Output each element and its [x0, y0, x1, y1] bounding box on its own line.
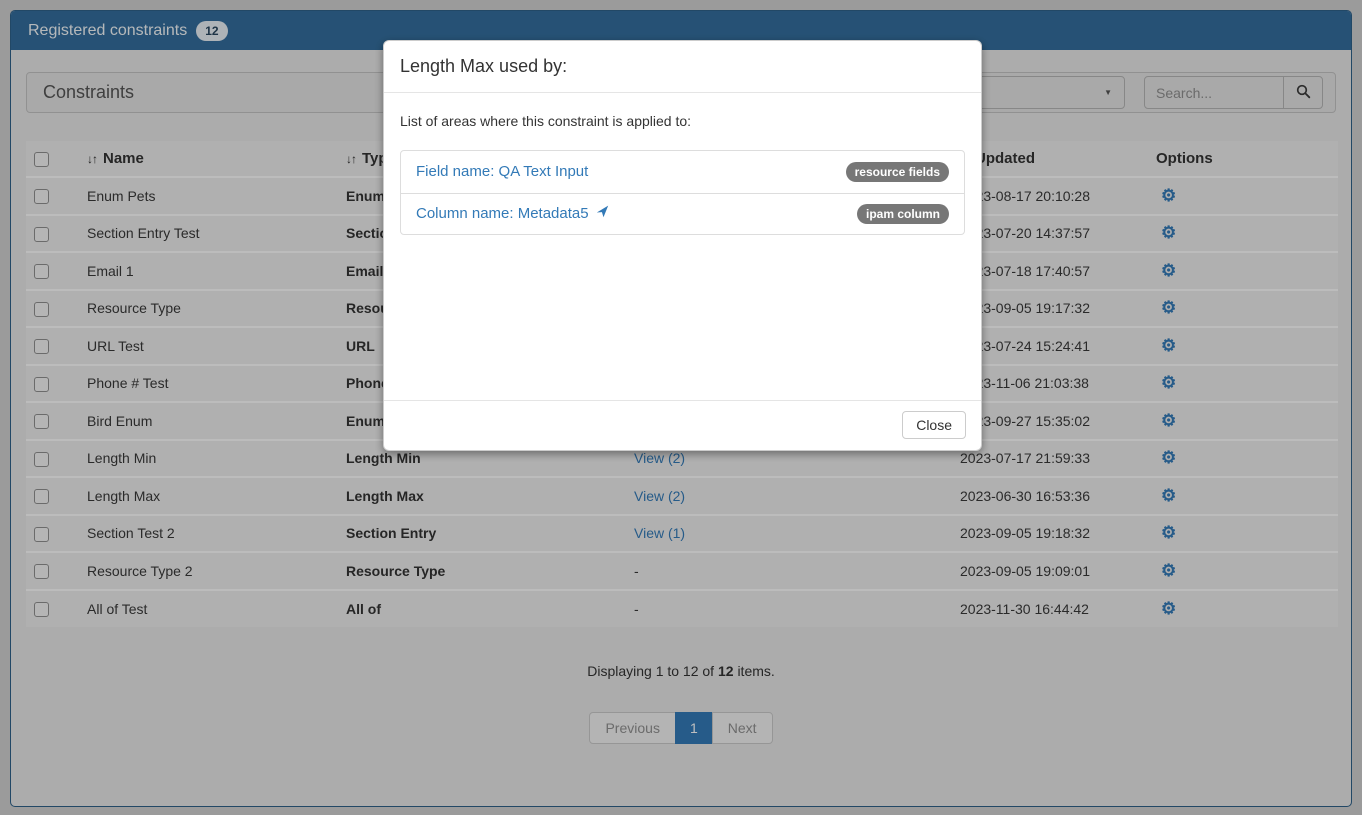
used-by-list-item: Field name: QA Text Input resource fields [401, 151, 964, 193]
modal-header: Length Max used by: [384, 41, 981, 93]
used-by-modal: Length Max used by: List of areas where … [383, 40, 982, 451]
modal-description: List of areas where this constraint is a… [400, 113, 965, 129]
modal-footer: Close [384, 400, 981, 450]
used-by-item-link[interactable]: Column name: Metadata5 [416, 205, 609, 222]
used-by-list-item: Column name: Metadata5 ipam column [401, 193, 964, 235]
jump-arrow-icon [596, 205, 609, 222]
modal-body: List of areas where this constraint is a… [384, 93, 981, 400]
close-button[interactable]: Close [902, 411, 966, 439]
area-badge: resource fields [846, 162, 949, 182]
area-badge: ipam column [857, 204, 949, 224]
used-by-item-label: Column name: Metadata5 [416, 205, 589, 222]
used-by-item-link[interactable]: Field name: QA Text Input [416, 163, 588, 180]
modal-title: Length Max used by: [400, 56, 965, 77]
used-by-item-label: Field name: QA Text Input [416, 163, 588, 180]
used-by-list: Field name: QA Text Input resource fields… [400, 150, 965, 235]
